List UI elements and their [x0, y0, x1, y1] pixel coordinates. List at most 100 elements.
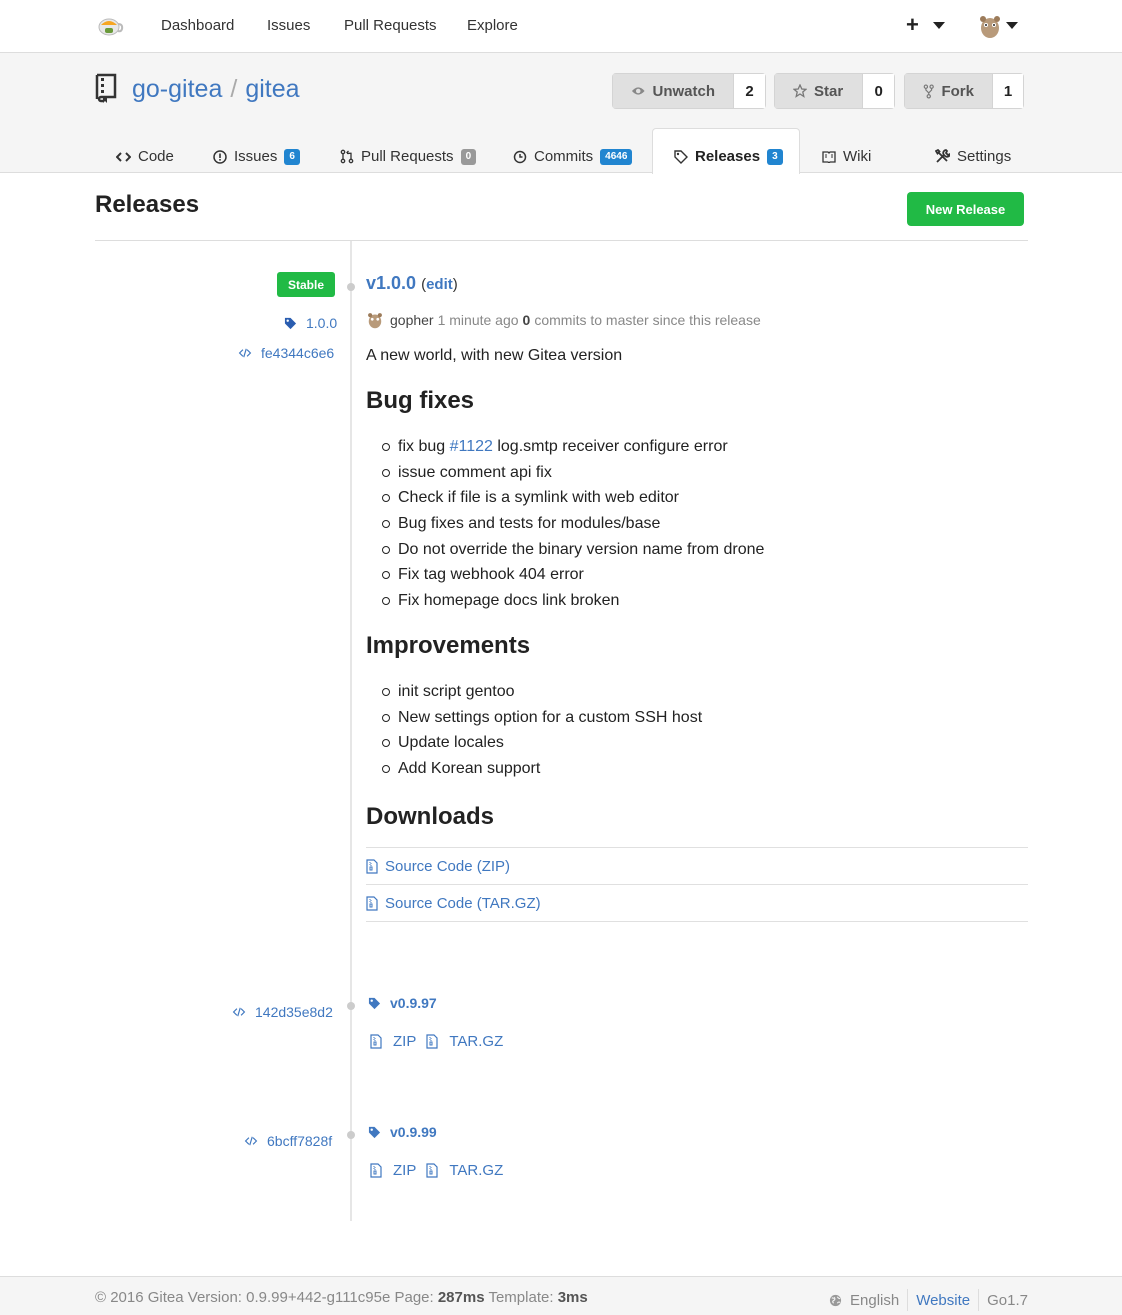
- tab-code[interactable]: Code: [116, 140, 174, 173]
- release-author-link[interactable]: gopher: [390, 312, 434, 328]
- list-item-text: Update locales: [398, 734, 504, 752]
- star-button[interactable]: Star: [775, 74, 864, 108]
- list-item: Fix tag webhook 404 error: [382, 562, 764, 588]
- release-tag-link[interactable]: v0.9.97: [368, 995, 437, 1011]
- new-release-button[interactable]: New Release: [907, 192, 1024, 226]
- release-tag-link[interactable]: v0.9.99: [368, 1124, 437, 1140]
- user-menu-caret-icon[interactable]: [1006, 22, 1018, 29]
- release-version: v1.0.0: [366, 273, 417, 293]
- tab-releases[interactable]: Releases 3: [674, 140, 783, 173]
- code-icon: [116, 151, 131, 162]
- edit-wrapper: (edit): [421, 276, 458, 293]
- tag-icon: [368, 1126, 381, 1138]
- footer-links: English Website Go1.7: [829, 1289, 1028, 1311]
- download-targz-link[interactable]: Source Code (TAR.GZ): [366, 884, 1028, 921]
- tab-settings-label: Settings: [957, 148, 1012, 165]
- footer-template-time: 3ms: [557, 1289, 588, 1306]
- file-zip-icon: [370, 1163, 382, 1178]
- download-targz-link[interactable]: TAR.GZ: [449, 1162, 503, 1179]
- tag-icon: [674, 149, 688, 164]
- star-button-group: Star 0: [774, 73, 895, 109]
- download-zip-link[interactable]: Source Code (ZIP): [366, 847, 1028, 884]
- unwatch-label: Unwatch: [652, 82, 715, 100]
- release-downloads: ZIP TAR.GZ: [370, 1033, 503, 1050]
- forks-count[interactable]: 1: [993, 74, 1023, 108]
- language-selector[interactable]: English: [850, 1292, 899, 1309]
- list-item-text: log.smtp receiver configure error: [492, 437, 728, 455]
- nav-pull-requests[interactable]: Pull Requests: [344, 17, 437, 34]
- tab-issues-label: Issues: [234, 148, 278, 165]
- download-zip-link[interactable]: ZIP: [393, 1162, 416, 1179]
- list-item: init script gentoo: [382, 679, 702, 705]
- fork-button[interactable]: Fork: [905, 74, 993, 108]
- user-avatar[interactable]: [977, 13, 1003, 39]
- watchers-count[interactable]: 2: [734, 74, 765, 108]
- tag-icon: [284, 317, 297, 329]
- tab-issues[interactable]: Issues 6: [213, 140, 300, 173]
- tab-commits[interactable]: Commits 4646: [513, 140, 633, 173]
- download-zip-link[interactable]: ZIP: [393, 1033, 416, 1050]
- star-icon: [793, 84, 807, 98]
- list-item: Do not override the binary version name …: [382, 537, 764, 563]
- release-author-line: gopher 1 minute ago 0 commits to master …: [366, 311, 761, 329]
- issue-opened-icon: [213, 149, 227, 164]
- eye-icon: [631, 87, 645, 95]
- file-zip-icon: [366, 858, 378, 874]
- repo-owner-link[interactable]: go-gitea: [132, 75, 222, 103]
- list-item-text: fix bug: [398, 437, 450, 455]
- footer-divider: [978, 1289, 980, 1311]
- nav-explore[interactable]: Explore: [467, 17, 518, 34]
- footer-template-label: Template:: [488, 1289, 554, 1306]
- fork-label: Fork: [941, 82, 974, 100]
- nav-dashboard[interactable]: Dashboard: [161, 17, 234, 34]
- tab-wiki[interactable]: Wiki: [822, 140, 871, 173]
- create-new-icon[interactable]: +: [906, 12, 919, 38]
- list-item: Fix homepage docs link broken: [382, 588, 764, 614]
- release-commit-link[interactable]: 6bcff7828f: [244, 1133, 332, 1149]
- repository-header: go-gitea / gitea Unwatch 2 Star 0 Fork 1 C…: [0, 53, 1122, 174]
- release-commit-link[interactable]: 142d35e8d2: [232, 1004, 333, 1020]
- stars-count[interactable]: 0: [863, 74, 894, 108]
- tab-pull-requests[interactable]: Pull Requests 0: [340, 140, 477, 173]
- downloads-heading: Downloads: [366, 803, 495, 830]
- star-label: Star: [814, 82, 844, 100]
- list-item-text: Fix tag webhook 404 error: [398, 566, 584, 584]
- tab-settings[interactable]: Settings: [935, 140, 1011, 173]
- download-targz-link[interactable]: TAR.GZ: [449, 1033, 503, 1050]
- list-item: Update locales: [382, 730, 702, 756]
- list-item: Add Korean support: [382, 756, 702, 782]
- unwatch-button[interactable]: Unwatch: [613, 74, 734, 108]
- footer-version-info: © 2016 Gitea Version: 0.9.99+442-g111c95…: [95, 1289, 588, 1306]
- repo-title-separator: /: [230, 75, 238, 103]
- code-icon: [238, 348, 252, 358]
- commits-count-badge: 4646: [600, 148, 633, 165]
- tab-code-label: Code: [138, 148, 174, 165]
- nav-issues[interactable]: Issues: [267, 17, 310, 34]
- list-item-text: Bug fixes and tests for modules/base: [398, 514, 661, 532]
- create-dropdown-caret-icon[interactable]: [933, 22, 945, 29]
- list-item-text: issue comment api fix: [398, 463, 552, 481]
- author-avatar[interactable]: [366, 311, 384, 329]
- top-navbar: Dashboard Issues Pull Requests Explore +: [0, 0, 1122, 53]
- file-zip-icon: [426, 1163, 438, 1178]
- repo-name-link[interactable]: gitea: [245, 75, 299, 103]
- list-item: fix bug #1122 log.smtp receiver configur…: [382, 434, 764, 460]
- git-pull-request-icon: [340, 149, 354, 164]
- commits-since-text: commits to master since this release: [534, 312, 761, 328]
- file-zip-icon: [370, 1034, 382, 1049]
- tools-icon: [935, 149, 950, 163]
- tag-icon: [368, 997, 381, 1009]
- edit-release-link[interactable]: edit: [426, 276, 453, 293]
- release-title-link[interactable]: v1.0.0: [366, 273, 416, 293]
- release-commit-link[interactable]: fe4344c6e6: [238, 345, 334, 361]
- release-tag-link[interactable]: 1.0.0: [284, 315, 337, 331]
- releases-count-badge: 3: [767, 148, 783, 165]
- tab-commits-label: Commits: [534, 148, 594, 165]
- release-timeline-line: [350, 241, 352, 1221]
- issue-link[interactable]: #1122: [450, 438, 493, 456]
- list-item: Bug fixes and tests for modules/base: [382, 511, 764, 537]
- website-link[interactable]: Website: [916, 1292, 970, 1309]
- code-icon: [232, 1007, 246, 1017]
- gitea-logo-icon[interactable]: [96, 13, 124, 39]
- release-tag-text: 1.0.0: [306, 315, 338, 331]
